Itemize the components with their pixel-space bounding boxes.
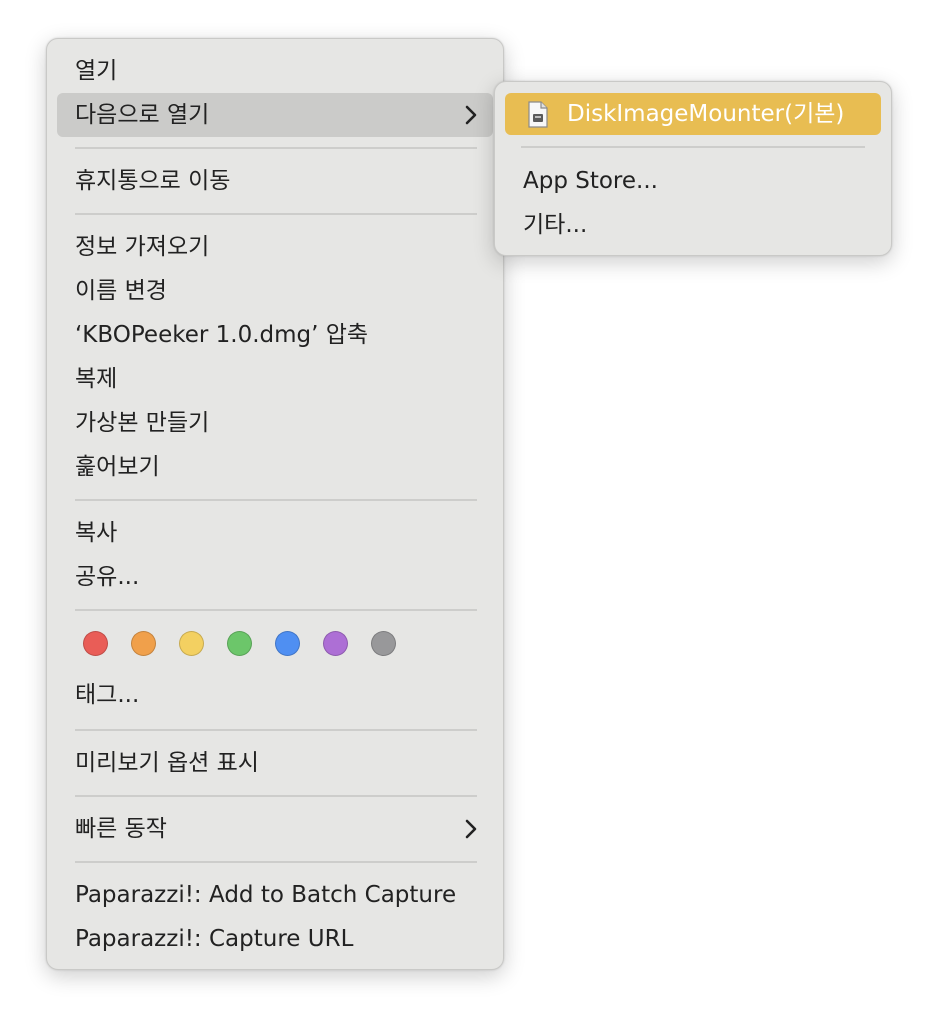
submenu-item-other[interactable]: 기타... bbox=[505, 204, 881, 246]
chevron-right-icon bbox=[465, 819, 477, 839]
menu-item-quick-actions[interactable]: 빠른 동작 bbox=[57, 807, 493, 851]
menu-item-share[interactable]: 공유... bbox=[57, 555, 493, 599]
menu-separator bbox=[75, 499, 477, 501]
tag-gray-button[interactable] bbox=[371, 631, 396, 656]
tag-yellow-button[interactable] bbox=[179, 631, 204, 656]
context-menu: 열기 다음으로 열기 휴지통으로 이동 정보 가져오기 이름 변경 ‘KBOPe… bbox=[46, 38, 504, 970]
submenu-item-app-store[interactable]: App Store... bbox=[505, 160, 881, 202]
submenu-item-diskimagemounter[interactable]: DiskImageMounter(기본) bbox=[505, 93, 881, 135]
submenu-separator bbox=[521, 146, 865, 148]
tag-red-button[interactable] bbox=[83, 631, 108, 656]
menu-item-tags[interactable]: 태그... bbox=[57, 673, 493, 717]
menu-item-open[interactable]: 열기 bbox=[57, 49, 493, 93]
menu-separator bbox=[75, 795, 477, 797]
menu-item-quick-actions-label: 빠른 동작 bbox=[75, 816, 167, 842]
menu-separator bbox=[75, 213, 477, 215]
menu-item-open-with[interactable]: 다음으로 열기 bbox=[57, 93, 493, 137]
menu-item-show-preview-options[interactable]: 미리보기 옵션 표시 bbox=[57, 741, 493, 785]
tag-purple-button[interactable] bbox=[323, 631, 348, 656]
disk-image-file-icon bbox=[528, 101, 548, 128]
menu-item-make-alias[interactable]: 가상본 만들기 bbox=[57, 401, 493, 445]
menu-item-rename[interactable]: 이름 변경 bbox=[57, 269, 493, 313]
open-with-submenu: DiskImageMounter(기본) App Store... 기타... bbox=[494, 81, 892, 256]
tag-orange-button[interactable] bbox=[131, 631, 156, 656]
menu-separator bbox=[75, 609, 477, 611]
chevron-right-icon bbox=[465, 105, 477, 125]
menu-separator bbox=[75, 147, 477, 149]
submenu-item-diskimagemounter-label: DiskImageMounter(기본) bbox=[567, 101, 845, 127]
menu-item-copy[interactable]: 복사 bbox=[57, 511, 493, 555]
menu-separator bbox=[75, 861, 477, 863]
tag-blue-button[interactable] bbox=[275, 631, 300, 656]
menu-separator bbox=[75, 729, 477, 731]
menu-item-get-info[interactable]: 정보 가져오기 bbox=[57, 225, 493, 269]
menu-item-paparazzi-capture-url[interactable]: Paparazzi!: Capture URL bbox=[57, 917, 493, 961]
menu-item-compress[interactable]: ‘KBOPeeker 1.0.dmg’ 압축 bbox=[57, 313, 493, 357]
menu-item-duplicate[interactable]: 복제 bbox=[57, 357, 493, 401]
menu-item-quick-look[interactable]: 훑어보기 bbox=[57, 445, 493, 489]
menu-item-open-with-label: 다음으로 열기 bbox=[75, 102, 210, 128]
menu-item-move-to-trash[interactable]: 휴지통으로 이동 bbox=[57, 159, 493, 203]
menu-item-paparazzi-batch-capture[interactable]: Paparazzi!: Add to Batch Capture bbox=[57, 873, 493, 917]
tag-green-button[interactable] bbox=[227, 631, 252, 656]
